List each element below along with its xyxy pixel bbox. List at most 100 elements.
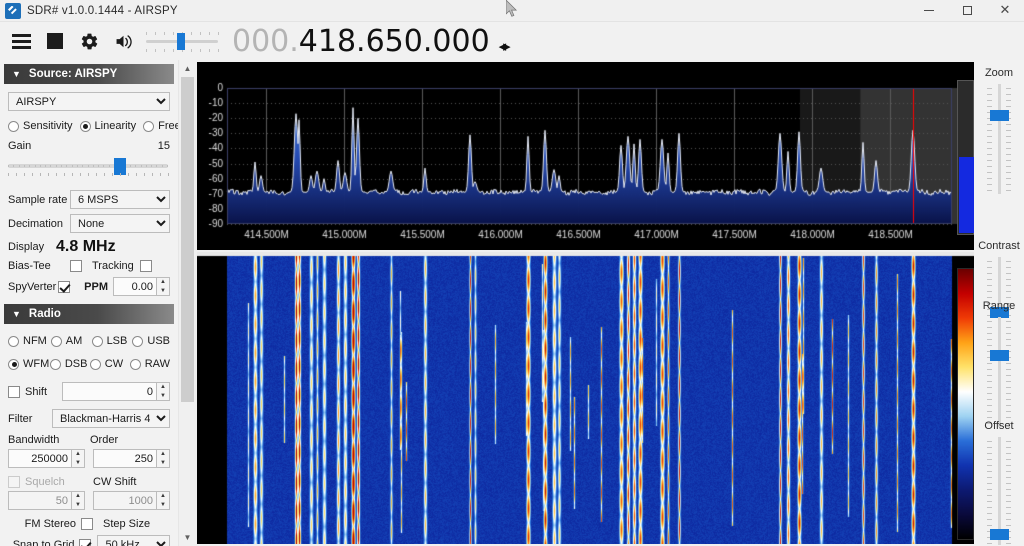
step-size-label: Step Size	[103, 518, 151, 530]
sidebar-scrollbar[interactable]: ▲ ▼	[178, 60, 195, 546]
maximize-button[interactable]	[948, 0, 986, 22]
gain-ticks	[8, 173, 169, 178]
volume-thumb[interactable]	[176, 33, 185, 50]
close-button[interactable]: ✕	[986, 0, 1024, 22]
radio-panel-body: NFM AM LSB USB WFM DSB CW RAW Shift ▲▼	[0, 335, 178, 546]
ppm-input[interactable]	[113, 277, 157, 296]
mode-raw[interactable]: RAW	[129, 358, 170, 370]
order-label: Order	[90, 434, 119, 446]
order-stepper[interactable]: ▲▼	[93, 449, 170, 468]
squelch-spin-arrows[interactable]: ▲ ▼	[72, 491, 85, 510]
gain-slider[interactable]	[8, 155, 169, 179]
order-input[interactable]	[93, 449, 157, 468]
minimize-icon	[924, 10, 934, 11]
contrast-label: Contrast	[978, 240, 1020, 252]
squelch-cwshift-row: ▲▼ ▲▼	[8, 491, 170, 510]
zoom-slider[interactable]	[974, 84, 1024, 194]
maximize-icon	[962, 6, 972, 15]
bandwidth-order-labels: Bandwidth Order	[8, 434, 170, 446]
frequency-step-arrows-icon[interactable]: ◂▸	[499, 37, 511, 55]
cw-shift-input[interactable]	[93, 491, 157, 510]
sdrsharp-window: SDR# v1.0.0.1444 - AIRSPY ✕ 000. 418.650.…	[0, 0, 1024, 546]
shift-stepper[interactable]: ▲▼	[62, 382, 170, 401]
mode-cw[interactable]: CW	[89, 358, 130, 370]
device-select[interactable]: AIRSPY	[8, 92, 170, 111]
stop-square-icon[interactable]	[42, 28, 68, 54]
gain-row: Gain 15	[8, 140, 170, 152]
gain-mode-free[interactable]: Free	[143, 120, 178, 132]
snap-to-grid-label: Snap to Grid	[12, 538, 75, 546]
range-slider[interactable]	[974, 317, 1024, 427]
bias-tee-row: Bias-Tee Tracking	[8, 260, 170, 272]
scrollbar-thumb[interactable]	[181, 77, 194, 402]
cw-shift-spin-arrows[interactable]: ▲ ▼	[157, 491, 170, 510]
frequency-leading-zeros: 000.	[232, 23, 299, 59]
shift-row: Shift ▲▼	[8, 382, 170, 401]
fm-stereo-row: FM Stereo Step Size	[8, 518, 170, 530]
range-thumb[interactable]	[990, 349, 1009, 361]
mode-dsb[interactable]: DSB	[49, 358, 90, 370]
fm-stereo-checkbox[interactable]	[81, 518, 93, 530]
shift-checkbox[interactable]	[8, 385, 20, 398]
filter-row: Filter Blackman-Harris 4	[8, 409, 170, 428]
offset-slider[interactable]	[974, 437, 1024, 546]
bandwidth-spin-arrows[interactable]: ▲ ▼	[72, 449, 85, 468]
cw-shift-stepper[interactable]: ▲▼	[93, 491, 170, 510]
offset-thumb[interactable]	[990, 529, 1009, 541]
bandwidth-stepper[interactable]: ▲▼	[8, 449, 85, 468]
mode-wfm[interactable]: WFM	[8, 358, 50, 370]
spectrum-analyzer[interactable]	[197, 62, 974, 250]
gain-mode-sensitivity[interactable]: Sensitivity	[8, 120, 73, 132]
shift-spin-arrows[interactable]: ▲ ▼	[157, 382, 170, 401]
decimation-select[interactable]: None	[70, 214, 170, 233]
gain-label: Gain	[8, 140, 32, 152]
waterfall-display[interactable]	[197, 252, 974, 544]
gear-icon[interactable]	[76, 28, 102, 54]
scroll-up-icon[interactable]: ▲	[179, 60, 196, 77]
order-spin-arrows[interactable]: ▲ ▼	[157, 449, 170, 468]
squelch-input[interactable]	[8, 491, 72, 510]
gain-mode-linearity[interactable]: Linearity	[79, 120, 136, 132]
minimize-button[interactable]	[910, 0, 948, 22]
filter-select[interactable]: Blackman-Harris 4	[52, 409, 170, 428]
sample-rate-select[interactable]: 6 MSPS	[70, 190, 170, 209]
tracking-checkbox[interactable]	[139, 260, 152, 272]
step-size-select[interactable]: 50 kHz	[97, 535, 170, 546]
offset-label: Offset	[984, 420, 1014, 432]
radio-panel-header[interactable]: ▼ Radio	[4, 304, 174, 324]
squelch-checkbox[interactable]	[8, 476, 20, 488]
cw-shift-label: CW Shift	[93, 476, 137, 488]
mode-group-row1: NFM AM LSB USB	[8, 335, 170, 347]
mode-am[interactable]: AM	[50, 335, 92, 347]
mode-usb[interactable]: USB	[132, 335, 170, 347]
source-panel-header[interactable]: ▼ Source: AIRSPY	[4, 64, 174, 84]
decimation-row: Decimation None	[8, 214, 170, 233]
snap-to-grid-checkbox[interactable]	[79, 538, 92, 546]
spyverter-checkbox[interactable]	[58, 280, 71, 293]
speaker-volume-icon[interactable]	[110, 28, 136, 54]
ppm-spin-arrows[interactable]: ▲ ▼	[157, 277, 170, 296]
bandwidth-input[interactable]	[8, 449, 72, 468]
source-panel-title: Source: AIRSPY	[28, 68, 118, 80]
bias-tee-checkbox[interactable]	[70, 260, 82, 272]
mode-lsb[interactable]: LSB	[91, 335, 133, 347]
ppm-stepper[interactable]: ▲▼	[113, 277, 170, 296]
gain-value: 15	[157, 140, 170, 152]
frequency-display[interactable]: 000. 418.650.000 ◂▸	[232, 23, 511, 59]
hamburger-menu-icon[interactable]	[8, 28, 34, 54]
zoom-thumb[interactable]	[990, 109, 1009, 121]
scroll-down-icon[interactable]: ▼	[179, 529, 196, 546]
close-icon: ✕	[999, 3, 1011, 18]
mode-nfm[interactable]: NFM	[8, 335, 51, 347]
decimation-label: Decimation	[8, 217, 64, 230]
range-ticks	[987, 317, 1011, 427]
squelch-stepper[interactable]: ▲▼	[8, 491, 85, 510]
tracking-label: Tracking	[92, 260, 134, 272]
mode-group-row2: WFM DSB CW RAW	[8, 358, 170, 370]
zoom-ticks	[987, 84, 1011, 194]
volume-slider[interactable]	[146, 26, 219, 56]
shift-label: Shift	[25, 385, 48, 398]
snap-to-grid-row: Snap to Grid 50 kHz	[8, 535, 170, 546]
shift-input[interactable]	[62, 382, 157, 401]
range-label: Range	[982, 300, 1016, 312]
